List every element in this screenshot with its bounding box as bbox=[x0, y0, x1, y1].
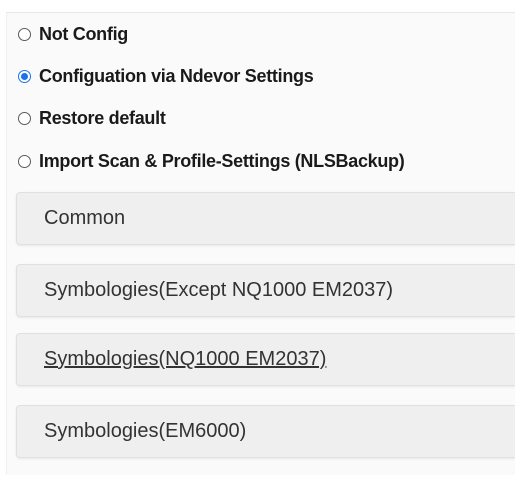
section-common[interactable]: Common bbox=[16, 192, 515, 245]
option-import-backup-label: Import Scan & Profile-Settings (NLSBacku… bbox=[39, 150, 405, 171]
option-ndevor-settings-label: Configuation via Ndevor Settings bbox=[39, 65, 314, 86]
radio-import-backup-icon[interactable] bbox=[18, 154, 31, 168]
section-symbologies-except-label: Symbologies(Except NQ1000 EM2037) bbox=[44, 279, 394, 301]
section-symbologies-nq1000-label: Symbologies(NQ1000 EM2037) bbox=[44, 348, 327, 370]
section-symbologies-em6000[interactable]: Symbologies(EM6000) bbox=[16, 405, 515, 458]
section-common-label: Common bbox=[44, 207, 126, 229]
option-restore-default[interactable]: Restore default bbox=[18, 106, 166, 130]
section-symbologies-nq1000[interactable]: Symbologies(NQ1000 EM2037) bbox=[16, 333, 515, 386]
radio-restore-default-icon[interactable] bbox=[18, 111, 31, 125]
section-symbologies-except[interactable]: Symbologies(Except NQ1000 EM2037) bbox=[16, 264, 515, 317]
section-symbologies-em6000-label: Symbologies(EM6000) bbox=[44, 420, 247, 442]
option-restore-default-label: Restore default bbox=[39, 107, 166, 128]
radio-ndevor-settings-icon[interactable] bbox=[18, 69, 31, 83]
radio-not-config-icon[interactable] bbox=[18, 27, 31, 41]
option-not-config-label: Not Config bbox=[39, 23, 128, 44]
option-not-config[interactable]: Not Config bbox=[18, 22, 128, 46]
option-ndevor-settings[interactable]: Configuation via Ndevor Settings bbox=[18, 64, 314, 88]
option-import-backup[interactable]: Import Scan & Profile-Settings (NLSBacku… bbox=[18, 149, 405, 173]
